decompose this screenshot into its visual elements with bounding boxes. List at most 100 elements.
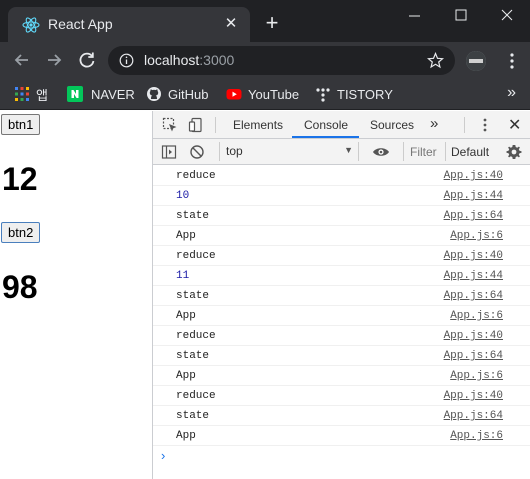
log-message: reduce <box>176 330 216 342</box>
bookmark-naver[interactable]: NAVER <box>67 84 135 104</box>
log-source-link[interactable]: App.js:64 <box>444 410 503 422</box>
console-output: reduce App.js:40 10 App.js:44 state App.js:… <box>153 166 530 466</box>
device-toolbar-icon[interactable] <box>188 117 204 133</box>
tab-sources[interactable]: Sources <box>370 118 414 132</box>
log-row: reduce App.js:40 <box>153 386 530 406</box>
sidebar-toggle-icon[interactable] <box>161 144 177 160</box>
profile-avatar[interactable] <box>466 51 486 71</box>
naver-icon <box>67 86 83 102</box>
avatar-image-icon <box>466 51 486 71</box>
log-message: App <box>176 370 196 382</box>
log-message: reduce <box>176 390 216 402</box>
apps-grid-icon <box>15 87 29 101</box>
log-row: App App.js:6 <box>153 226 530 246</box>
inspect-element-icon[interactable] <box>162 117 178 133</box>
tab-console[interactable]: Console <box>304 118 348 132</box>
log-message: state <box>176 210 210 222</box>
youtube-icon <box>226 89 242 100</box>
bookmark-star-icon[interactable] <box>427 52 444 69</box>
console-toolbar: top ▼ Filter Default <box>153 139 530 165</box>
log-source-link[interactable]: App.js:64 <box>444 210 503 222</box>
url-host: localhost <box>144 52 200 68</box>
log-source-link[interactable]: App.js:64 <box>444 290 503 302</box>
log-message: reduce <box>176 170 216 182</box>
url-text[interactable]: localhost:3000 <box>144 52 234 68</box>
log-message: 11 <box>176 270 190 282</box>
devtools-panel: Elements Console Sources » ✕ top ▼ Filte… <box>152 111 530 479</box>
log-row: state App.js:64 <box>153 286 530 306</box>
log-row: reduce App.js:40 <box>153 166 530 186</box>
browser-menu-icon[interactable] <box>509 51 515 71</box>
back-arrow-icon[interactable] <box>12 50 32 70</box>
console-prompt[interactable]: › <box>153 446 530 466</box>
browser-tab[interactable]: React App ✕ <box>8 7 250 42</box>
dropdown-arrow-icon: ▼ <box>344 145 353 155</box>
window-close-icon[interactable] <box>496 6 518 26</box>
log-source-link[interactable]: App.js:6 <box>450 310 503 322</box>
log-message: App <box>176 230 196 242</box>
toolbar-divider <box>464 117 465 133</box>
bookmark-github[interactable]: GitHub <box>146 84 208 104</box>
log-row: App App.js:6 <box>153 306 530 326</box>
devtools-tab-bar: Elements Console Sources » ✕ <box>153 111 530 139</box>
bookmarks-overflow-icon[interactable]: » <box>507 84 516 102</box>
log-source-link[interactable]: App.js:40 <box>444 330 503 342</box>
log-source-link[interactable]: App.js:40 <box>444 250 503 262</box>
log-source-link[interactable]: App.js:40 <box>444 170 503 182</box>
minimize-icon[interactable] <box>404 6 426 26</box>
log-message: state <box>176 290 210 302</box>
maximize-icon[interactable] <box>450 6 472 26</box>
filter-input[interactable]: Filter <box>403 142 443 161</box>
log-source-link[interactable]: App.js:6 <box>450 430 503 442</box>
new-tab-button[interactable]: + <box>262 12 282 34</box>
bookmark-tistory[interactable]: TISTORY <box>315 84 393 104</box>
clear-console-icon[interactable] <box>189 144 205 160</box>
toolbar-divider <box>215 117 216 133</box>
btn1-button[interactable]: btn1 <box>1 114 41 135</box>
log-source-link[interactable]: App.js:44 <box>444 190 503 202</box>
btn2-button[interactable]: btn2 <box>1 222 41 243</box>
log-row: state App.js:64 <box>153 346 530 366</box>
live-expression-eye-icon[interactable] <box>372 144 390 160</box>
log-row: reduce App.js:40 <box>153 326 530 346</box>
log-message: state <box>176 410 210 422</box>
counter-1-value: 12 <box>2 161 38 197</box>
devtools-menu-icon[interactable] <box>483 118 487 132</box>
settings-gear-icon[interactable] <box>506 144 522 160</box>
forward-arrow-icon[interactable] <box>44 50 64 70</box>
context-selector[interactable]: top ▼ <box>219 142 359 161</box>
tab-close-icon[interactable]: ✕ <box>222 15 240 33</box>
bookmark-label: YouTube <box>248 86 300 102</box>
title-bar: React App ✕ + <box>0 0 530 42</box>
log-source-link[interactable]: App.js:64 <box>444 350 503 362</box>
bookmark-label: 앱 <box>36 87 48 103</box>
site-info-icon[interactable] <box>119 53 134 68</box>
bookmarks-bar: 앱 NAVER GitHub YouTube TISTORY » <box>0 78 530 110</box>
reload-icon[interactable] <box>77 50 97 70</box>
bookmark-label: TISTORY <box>337 86 393 102</box>
bookmark-youtube[interactable]: YouTube <box>226 84 299 104</box>
log-source-link[interactable]: App.js:6 <box>450 230 503 242</box>
github-icon <box>147 87 161 101</box>
log-source-link[interactable]: App.js:6 <box>450 370 503 382</box>
devtools-close-icon[interactable]: ✕ <box>508 115 521 135</box>
tistory-icon <box>316 88 330 102</box>
bookmark-label: NAVER <box>91 86 135 102</box>
log-levels-label: Default <box>451 145 490 159</box>
filter-placeholder: Filter <box>410 145 437 159</box>
more-tabs-icon[interactable]: » <box>430 115 438 132</box>
log-message: App <box>176 430 196 442</box>
log-source-link[interactable]: App.js:44 <box>444 270 503 282</box>
tab-elements[interactable]: Elements <box>233 118 283 132</box>
log-row: 11 App.js:44 <box>153 266 530 286</box>
log-source-link[interactable]: App.js:40 <box>444 390 503 402</box>
log-row: state App.js:64 <box>153 206 530 226</box>
log-levels-dropdown[interactable]: Default <box>445 142 495 161</box>
log-row: reduce App.js:40 <box>153 246 530 266</box>
log-message: state <box>176 350 210 362</box>
log-message: App <box>176 310 196 322</box>
context-label: top <box>226 144 243 158</box>
address-bar[interactable]: localhost:3000 <box>108 46 455 75</box>
log-message: reduce <box>176 250 216 262</box>
bookmark-apps[interactable]: 앱 <box>14 84 48 104</box>
